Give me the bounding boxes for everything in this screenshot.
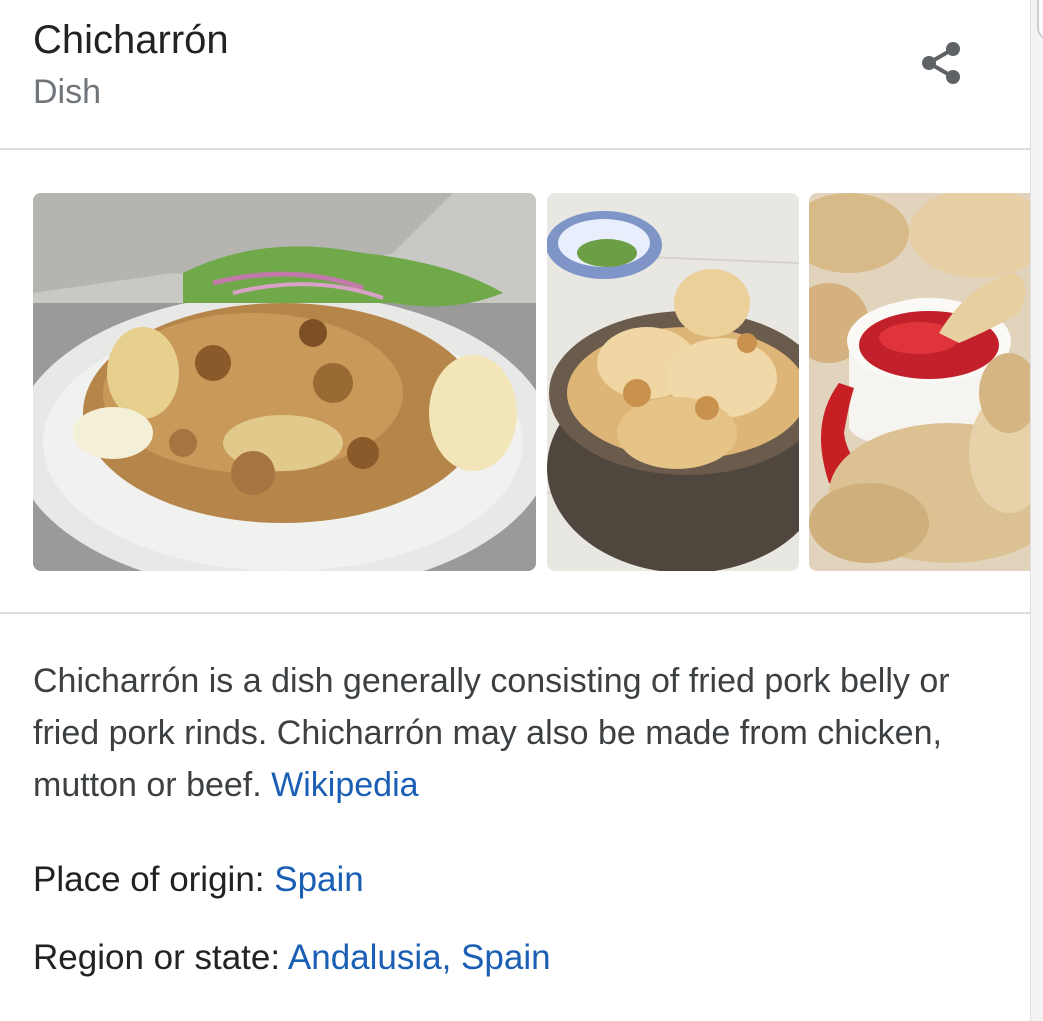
image-thumbnail-2[interactable] [547, 193, 799, 571]
place-of-origin-link[interactable]: Spain [274, 860, 364, 899]
entity-type-subtitle: Dish [33, 73, 102, 111]
fact-place-of-origin: Place of origin: Spain [33, 857, 364, 903]
share-button[interactable] [910, 32, 972, 94]
share-icon [922, 42, 960, 84]
scrollbar-handle[interactable] [1037, 0, 1043, 40]
scroll-edge [1031, 0, 1043, 1021]
page-title: Chicharrón [33, 18, 229, 62]
image-carousel[interactable] [33, 193, 1030, 571]
header-divider [0, 148, 1030, 150]
panel-header: Chicharrón Dish [0, 0, 1030, 148]
images-divider [0, 612, 1030, 614]
region-or-state-link[interactable]: Andalusia, Spain [288, 938, 551, 977]
image-thumbnail-3[interactable] [809, 193, 1030, 571]
fried-pork-plate-photo [33, 193, 536, 571]
knowledge-panel-card: Chicharrón Dish Chicharrón is a dish gen… [0, 0, 1031, 1021]
wikipedia-link[interactable]: Wikipedia [271, 766, 418, 804]
description-text: Chicharrón is a dish generally consistin… [33, 662, 950, 804]
pork-rinds-bowl-photo [547, 193, 799, 571]
description: Chicharrón is a dish generally consistin… [33, 655, 1003, 811]
pork-rinds-dip-photo [809, 193, 1030, 571]
image-thumbnail-1[interactable] [33, 193, 536, 571]
fact-label: Region or state: [33, 938, 288, 977]
fact-region-or-state: Region or state: Andalusia, Spain [33, 935, 551, 981]
fact-label: Place of origin: [33, 860, 275, 899]
